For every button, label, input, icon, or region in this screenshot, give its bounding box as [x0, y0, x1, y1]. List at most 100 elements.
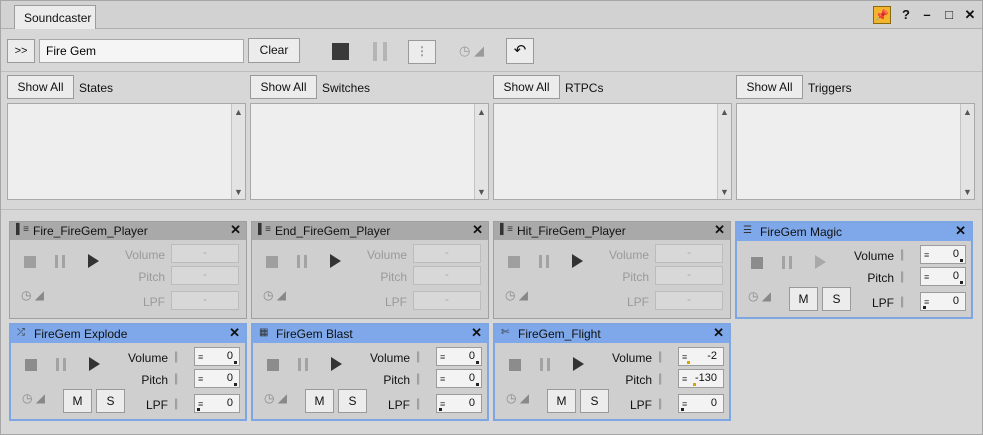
timer-icon[interactable]: ◷ ◢: [22, 391, 45, 405]
volume-input[interactable]: ≡ 0: [194, 347, 240, 366]
mute-button[interactable]: M: [63, 389, 92, 413]
show-all-button[interactable]: Show All: [7, 75, 74, 99]
pause-icon[interactable]: [297, 255, 309, 268]
soundcaster-card: ✄ FireGem_Flight ✕ ◷ ◢ M S Volume || ≡ -2…: [493, 323, 731, 421]
volume-input[interactable]: ≡ -2: [678, 347, 724, 366]
lpf-label: LPF: [629, 398, 652, 412]
play-icon[interactable]: [572, 254, 583, 268]
slider-handle-icon[interactable]: ||: [174, 394, 186, 413]
close-icon[interactable]: ✕: [230, 222, 241, 238]
play-icon[interactable]: [573, 357, 584, 371]
close-icon[interactable]: ✕: [955, 223, 966, 239]
mute-button[interactable]: M: [305, 389, 334, 413]
play-icon[interactable]: [331, 357, 342, 371]
play-icon[interactable]: [88, 254, 99, 268]
pause-icon[interactable]: [56, 358, 68, 371]
slider-handle-icon[interactable]: ||: [900, 267, 912, 286]
volume-input[interactable]: ≡ 0: [436, 347, 482, 366]
timer-icon[interactable]: ◷ ◢: [506, 391, 529, 405]
mute-button[interactable]: M: [789, 287, 818, 311]
pause-icon[interactable]: [539, 255, 551, 268]
timer-icon[interactable]: ◷ ◢: [505, 288, 528, 302]
lpf-input[interactable]: ≡ 0: [920, 292, 966, 311]
show-all-button[interactable]: Show All: [736, 75, 803, 99]
slider-handle-icon[interactable]: ||: [416, 347, 428, 366]
close-icon[interactable]: ✕: [472, 222, 483, 238]
slider-handle-icon[interactable]: ||: [900, 292, 912, 311]
stop-icon[interactable]: [508, 256, 520, 268]
pitch-field: -: [171, 266, 239, 285]
lpf-input[interactable]: ≡ 0: [678, 394, 724, 413]
stop-icon[interactable]: [266, 256, 278, 268]
pause-icon[interactable]: [55, 255, 67, 268]
pause-icon[interactable]: [782, 256, 794, 269]
card-header: ▌≡ Fire_FireGem_Player ✕: [10, 222, 246, 240]
sequence-container-icon: ✄: [501, 327, 510, 338]
stop-all-icon[interactable]: [332, 43, 349, 60]
search-input[interactable]: [39, 39, 244, 63]
lpf-field: -: [171, 291, 239, 310]
tab-soundcaster[interactable]: Soundcaster: [14, 5, 96, 29]
slider-handle-icon[interactable]: ||: [658, 394, 670, 413]
slider-handle-icon[interactable]: ||: [174, 347, 186, 366]
timer-icon[interactable]: ◷ ◢: [459, 43, 495, 59]
timer-icon[interactable]: ◷ ◢: [263, 288, 286, 302]
pitch-label: Pitch: [141, 373, 168, 387]
close-icon[interactable]: ✕: [229, 325, 240, 341]
lpf-input[interactable]: ≡ 0: [436, 394, 482, 413]
pause-all-icon[interactable]: [373, 42, 389, 61]
more-options-button[interactable]: ⋮: [408, 40, 436, 64]
play-icon[interactable]: [330, 254, 341, 268]
slider-handle-icon[interactable]: ||: [416, 394, 428, 413]
stop-icon[interactable]: [25, 359, 37, 371]
pitch-input[interactable]: ≡ 0: [436, 369, 482, 388]
timer-icon[interactable]: ◷ ◢: [264, 391, 287, 405]
maximize-icon[interactable]: □: [940, 6, 958, 24]
pitch-field: -: [413, 266, 481, 285]
scrollbar[interactable]: ▲ ▼: [717, 104, 731, 199]
play-icon[interactable]: [815, 255, 826, 269]
close-icon[interactable]: ✕: [713, 325, 724, 341]
pitch-input[interactable]: ≡ -130: [678, 369, 724, 388]
show-all-button[interactable]: Show All: [250, 75, 317, 99]
slider-handle-icon[interactable]: ||: [900, 245, 912, 264]
meter-mark: [960, 259, 963, 262]
pause-icon[interactable]: [540, 358, 552, 371]
pin-icon[interactable]: 📌: [873, 6, 891, 24]
close-icon[interactable]: ✕: [714, 222, 725, 238]
stop-icon[interactable]: [267, 359, 279, 371]
reset-icon[interactable]: ↶: [506, 38, 534, 64]
help-icon[interactable]: ?: [897, 6, 915, 24]
mute-button[interactable]: M: [547, 389, 576, 413]
filter-list[interactable]: ▲ ▼: [250, 103, 489, 200]
timer-icon[interactable]: ◷ ◢: [748, 289, 771, 303]
lpf-input[interactable]: ≡ 0: [194, 394, 240, 413]
meter-mark: [476, 361, 479, 364]
close-icon[interactable]: ✕: [471, 325, 482, 341]
pitch-label: Pitch: [867, 271, 894, 285]
close-icon[interactable]: ✕: [961, 6, 979, 24]
show-all-button[interactable]: Show All: [493, 75, 560, 99]
pitch-input[interactable]: ≡ 0: [920, 267, 966, 286]
stop-icon[interactable]: [751, 257, 763, 269]
scrollbar[interactable]: ▲ ▼: [231, 104, 245, 199]
slider-handle-icon[interactable]: ||: [416, 369, 428, 388]
timer-icon[interactable]: ◷ ◢: [21, 288, 44, 302]
scrollbar[interactable]: ▲ ▼: [960, 104, 974, 199]
stop-icon[interactable]: [509, 359, 521, 371]
scrollbar[interactable]: ▲ ▼: [474, 104, 488, 199]
filter-list[interactable]: ▲ ▼: [7, 103, 246, 200]
minimize-icon[interactable]: –: [918, 6, 936, 24]
expand-button[interactable]: >>: [7, 39, 35, 63]
clear-button[interactable]: Clear: [248, 38, 300, 63]
slider-handle-icon[interactable]: ||: [658, 347, 670, 366]
volume-input[interactable]: ≡ 0: [920, 245, 966, 264]
pitch-input[interactable]: ≡ 0: [194, 369, 240, 388]
slider-handle-icon[interactable]: ||: [174, 369, 186, 388]
stop-icon[interactable]: [24, 256, 36, 268]
filter-list[interactable]: ▲ ▼: [736, 103, 975, 200]
play-icon[interactable]: [89, 357, 100, 371]
filter-list[interactable]: ▲ ▼: [493, 103, 732, 200]
pause-icon[interactable]: [298, 358, 310, 371]
slider-handle-icon[interactable]: ||: [658, 369, 670, 388]
